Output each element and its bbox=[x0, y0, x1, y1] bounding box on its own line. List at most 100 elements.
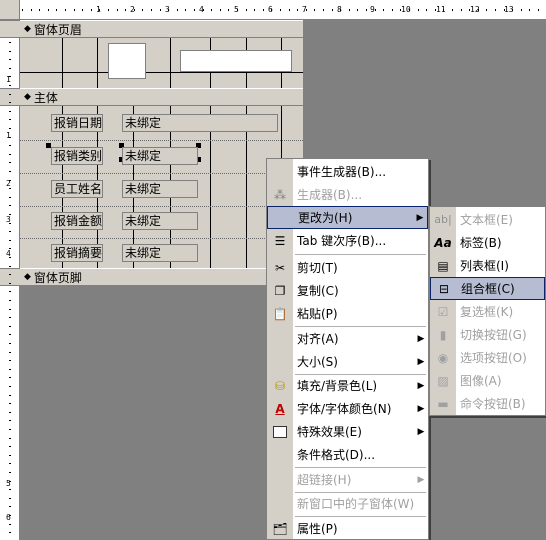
ruler-tick bbox=[9, 420, 11, 421]
ruler-tick bbox=[280, 9, 281, 11]
submenu-item-option-button[interactable]: ◉ 选项按钮(O) bbox=[430, 346, 545, 369]
ruler-tick bbox=[9, 231, 11, 232]
ruler-tick bbox=[9, 334, 11, 335]
ruler-tick bbox=[9, 111, 11, 112]
header-image-placeholder[interactable] bbox=[108, 43, 146, 79]
menu-item-change-to[interactable]: 更改为(H) ▶ bbox=[267, 206, 428, 229]
ruler-tick bbox=[495, 9, 496, 11]
ruler-tick bbox=[9, 455, 11, 456]
paste-icon: 📋 bbox=[272, 306, 288, 321]
menu-item-special-effect[interactable]: 特殊效果(E) ▶ bbox=[267, 420, 428, 443]
ruler-tick bbox=[9, 438, 11, 439]
submenu-item-combobox[interactable]: ⊟ 组合框(C) bbox=[430, 277, 545, 300]
ruler-tick bbox=[99, 9, 100, 11]
ruler-tick bbox=[9, 59, 11, 60]
menu-item-builder[interactable]: ⁂ 生成器(B)... bbox=[267, 183, 428, 206]
ruler-tick bbox=[151, 9, 152, 11]
ruler-tick bbox=[357, 9, 358, 11]
ruler-tick bbox=[246, 9, 247, 11]
menu-item-paste[interactable]: 📋 粘贴(P) bbox=[267, 302, 428, 325]
submenu-item-label[interactable]: Aa 标签(B) bbox=[430, 231, 545, 254]
builder-wand-icon: ⁂ bbox=[274, 187, 286, 202]
submenu-item-toggle-button[interactable]: ▮ 切换按钮(G) bbox=[430, 323, 545, 346]
detail-area[interactable]: 报销日期 未绑定 报销类别 未绑定 员工姓名 未绑定 报销金额 未绑定 报销摘要… bbox=[20, 106, 303, 268]
horizontal-ruler[interactable]: 1 2 3 4 5 6 7 8 9 10 11 12 13 bbox=[0, 0, 546, 20]
ruler-tick bbox=[82, 9, 83, 11]
control-expense-date[interactable]: 未绑定 bbox=[122, 114, 278, 132]
menu-item-font-color[interactable]: A 字体/字体颜色(N) ▶ bbox=[267, 397, 428, 420]
menu-item-size[interactable]: 大小(S) ▶ bbox=[267, 350, 428, 373]
ruler-tick bbox=[9, 463, 11, 464]
ruler-tick bbox=[9, 309, 11, 310]
menu-item-conditional-format[interactable]: 条件格式(D)... bbox=[267, 443, 428, 466]
ruler-corner[interactable] bbox=[0, 0, 20, 20]
ruler-tick bbox=[9, 386, 11, 387]
ruler-tick bbox=[142, 9, 143, 11]
properties-icon: 🗂 bbox=[272, 521, 288, 536]
section-arrow-icon: ◆ bbox=[24, 24, 31, 34]
submenu-item-textbox[interactable]: ab| 文本框(E) bbox=[430, 208, 545, 231]
ruler-tick bbox=[254, 9, 255, 11]
menu-item-hyperlink[interactable]: 超链接(H) ▶ bbox=[267, 468, 428, 491]
form-header-bar[interactable]: ◆ 窗体页眉 bbox=[20, 20, 303, 38]
ruler-tick bbox=[271, 9, 272, 11]
label-expense-summary[interactable]: 报销摘要 bbox=[51, 244, 103, 262]
ruler-tick bbox=[529, 9, 530, 11]
ruler-tick bbox=[9, 223, 11, 224]
menu-item-fill-color[interactable]: ⛁ 填充/背景色(L) ▶ bbox=[267, 374, 428, 397]
form-header-area[interactable] bbox=[20, 38, 303, 88]
section-arrow-icon: ◆ bbox=[24, 92, 31, 102]
ruler-tick bbox=[9, 429, 11, 430]
menu-item-align[interactable]: 对齐(A) ▶ bbox=[267, 327, 428, 350]
menu-item-copy[interactable]: ❐ 复制(C) bbox=[267, 279, 428, 302]
submenu-item-checkbox[interactable]: ☑ 复选框(K) bbox=[430, 300, 545, 323]
label-icon: Aa bbox=[434, 235, 452, 250]
option-button-icon: ◉ bbox=[437, 350, 449, 365]
scissors-icon: ✂ bbox=[274, 260, 286, 275]
ruler-tick bbox=[9, 102, 11, 103]
vertical-ruler[interactable]: 1 1 2 3 4 5 6 bbox=[0, 20, 20, 540]
header-textbox[interactable] bbox=[180, 50, 292, 72]
ruler-tick bbox=[9, 180, 11, 181]
ruler-tick bbox=[443, 9, 444, 11]
ruler-tick bbox=[211, 9, 212, 11]
ruler-tick bbox=[9, 317, 11, 318]
label-expense-category[interactable]: 报销类别 bbox=[51, 147, 103, 165]
ruler-tick bbox=[56, 9, 57, 11]
label-expense-amount[interactable]: 报销金额 bbox=[51, 212, 103, 230]
ruler-tick bbox=[400, 9, 401, 11]
ruler-tick bbox=[9, 205, 11, 206]
ruler-tick bbox=[9, 532, 11, 533]
ruler-number: 1 bbox=[6, 75, 11, 84]
label-expense-date[interactable]: 报销日期 bbox=[51, 114, 103, 132]
font-color-icon: A bbox=[275, 401, 285, 416]
ruler-tick bbox=[177, 9, 178, 11]
ruler-tick bbox=[9, 68, 11, 69]
ruler-tick bbox=[108, 9, 109, 11]
submenu-item-command-button[interactable]: ▬ 命令按钮(B) bbox=[430, 392, 545, 415]
control-expense-summary[interactable]: 未绑定 bbox=[122, 244, 198, 262]
ruler-tick bbox=[9, 481, 11, 482]
form-footer-bar[interactable]: ◆ 窗体页脚 bbox=[20, 268, 303, 286]
control-expense-category[interactable]: 未绑定 bbox=[122, 147, 198, 165]
listbox-icon: ▤ bbox=[437, 258, 449, 273]
menu-item-cut[interactable]: ✂ 剪切(T) bbox=[267, 256, 428, 279]
ruler-tick bbox=[203, 9, 204, 11]
menu-item-tab-order[interactable]: ☰ Tab 键次序(B)... bbox=[267, 229, 428, 252]
detail-section-bar[interactable]: ◆ 主体 bbox=[20, 88, 303, 106]
tab-order-icon: ☰ bbox=[274, 233, 286, 248]
control-employee-name[interactable]: 未绑定 bbox=[122, 180, 198, 198]
textbox-icon: ab| bbox=[434, 213, 452, 226]
ruler-tick bbox=[375, 9, 376, 11]
submenu-item-listbox[interactable]: ▤ 列表框(I) bbox=[430, 254, 545, 277]
control-expense-amount[interactable]: 未绑定 bbox=[122, 212, 198, 230]
ruler-tick bbox=[228, 9, 229, 11]
ruler-tick bbox=[349, 9, 350, 11]
ruler-tick bbox=[392, 9, 393, 11]
checkbox-icon: ☑ bbox=[437, 304, 449, 319]
submenu-item-image[interactable]: ▨ 图像(A) bbox=[430, 369, 545, 392]
menu-item-subform-new-window[interactable]: 新窗口中的子窗体(W) bbox=[267, 492, 428, 515]
label-employee-name[interactable]: 员工姓名 bbox=[51, 180, 103, 198]
menu-item-event-builder[interactable]: 事件生成器(B)... bbox=[267, 160, 428, 183]
menu-item-properties[interactable]: 🗂 属性(P) bbox=[267, 517, 428, 540]
